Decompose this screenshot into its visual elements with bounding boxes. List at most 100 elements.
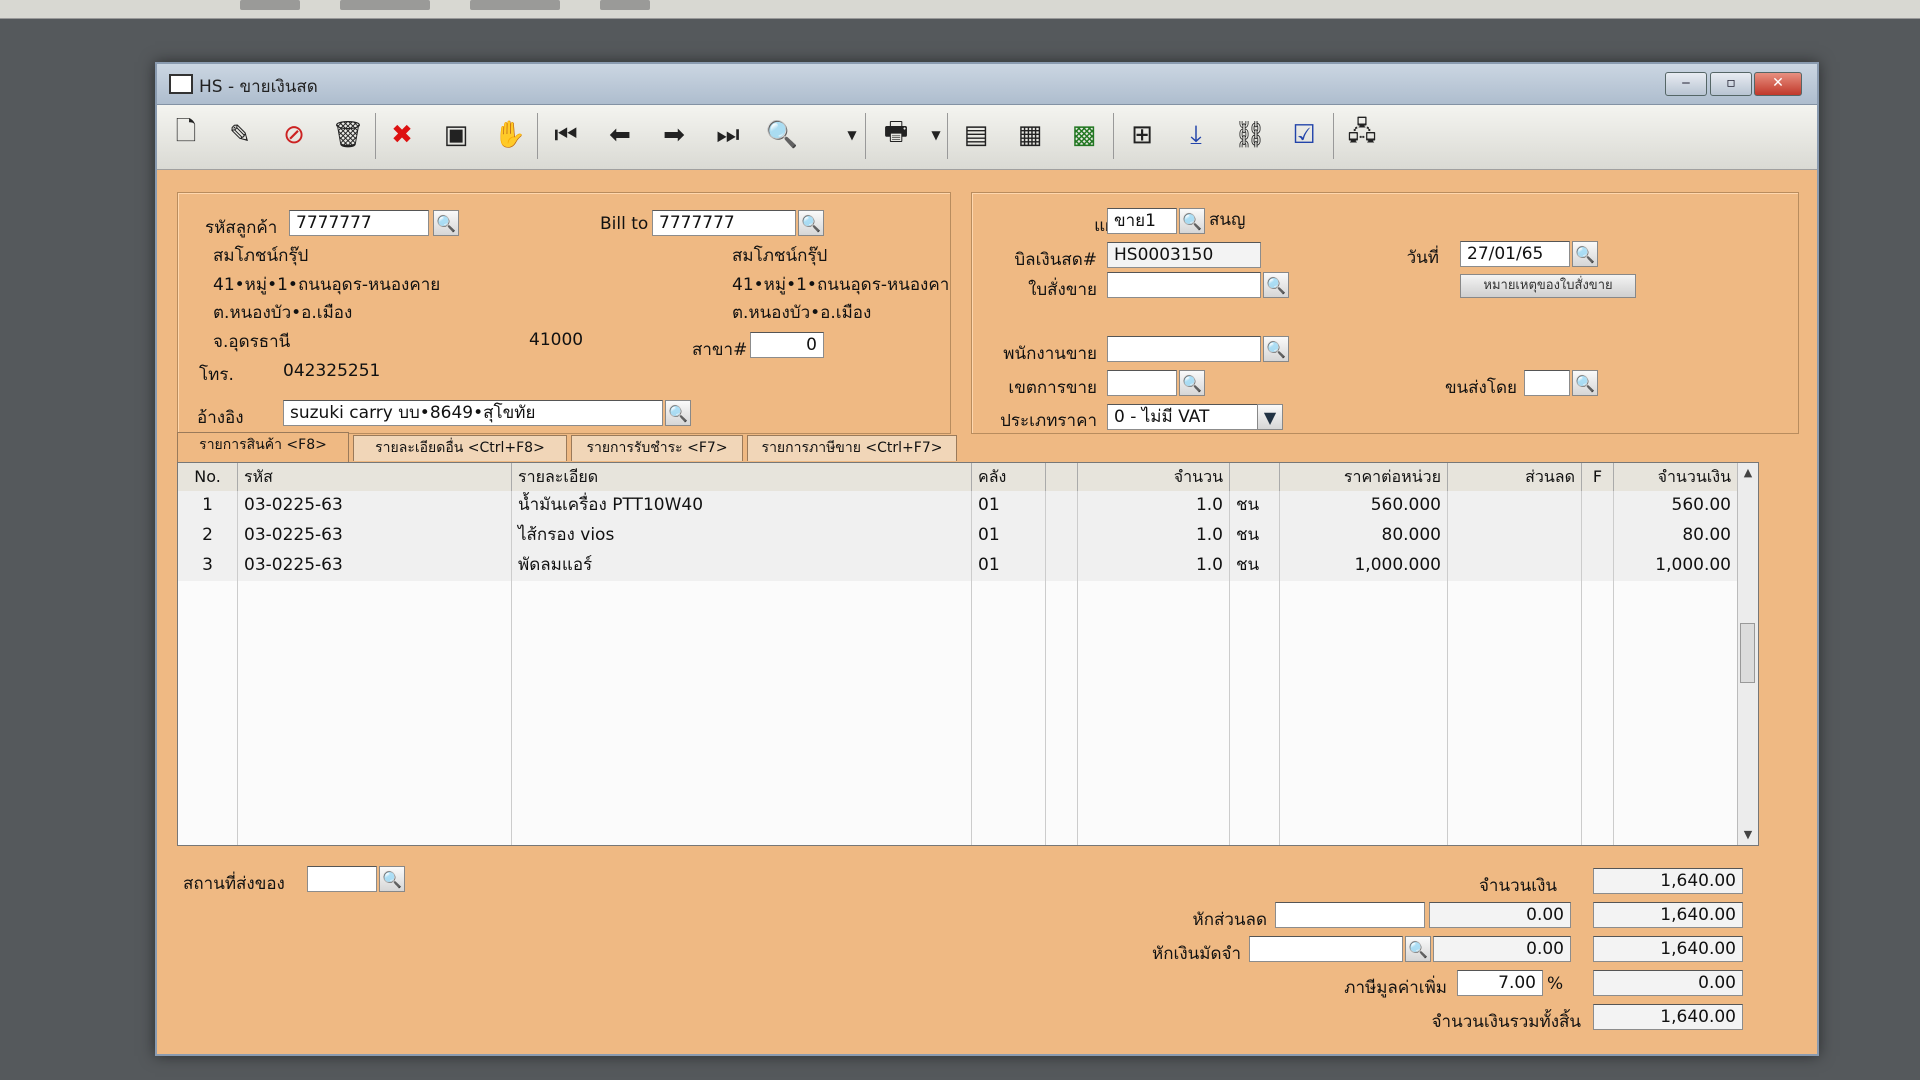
col-discount-header[interactable]: ส่วนลด xyxy=(1448,463,1582,491)
deposit-label: หักเงินมัดจำ xyxy=(1152,944,1241,964)
empty-table-row[interactable] xyxy=(178,791,1738,822)
empty-table-row[interactable] xyxy=(178,641,1738,672)
discount-input[interactable] xyxy=(1275,902,1425,928)
vat-rate-input[interactable]: 7.00 xyxy=(1457,970,1543,996)
col-description-header[interactable]: รายละเอียด xyxy=(512,463,972,491)
empty-cell xyxy=(1078,611,1230,641)
recalc-icon[interactable]: ⊞ xyxy=(1123,115,1161,155)
scroll-up-icon[interactable]: ▲ xyxy=(1738,463,1758,483)
void-icon[interactable]: ⊘ xyxy=(275,115,313,155)
chevron-down-icon[interactable]: ▼ xyxy=(1257,404,1283,430)
calculator-icon[interactable]: ▩ xyxy=(1065,115,1103,155)
empty-table-row[interactable] xyxy=(178,701,1738,732)
tab-payments[interactable]: รายการรับชำระ <F7> xyxy=(571,435,743,461)
reference-input[interactable]: suzuki carry บบ•8649•สุโขทัย xyxy=(283,400,663,426)
department-input[interactable]: ขาย1 xyxy=(1107,208,1177,234)
report-icon[interactable]: ▤ xyxy=(957,115,995,155)
sales-order-search-icon[interactable]: 🔍 xyxy=(1263,272,1289,298)
print-dropdown-caret-icon[interactable]: ▼ xyxy=(929,115,943,155)
sales-order-note-button[interactable]: หมายเหตุของใบสั่งขาย xyxy=(1460,274,1636,298)
empty-table-row[interactable] xyxy=(178,671,1738,702)
previous-record-icon[interactable]: ⬅ xyxy=(601,115,639,155)
minimize-button[interactable]: ‒ xyxy=(1665,72,1707,96)
department-name: สนญ xyxy=(1209,210,1246,230)
tab-other-details[interactable]: รายละเอียดอื่น <Ctrl+F8> xyxy=(353,435,567,461)
edit-icon[interactable]: ✎ xyxy=(221,115,259,155)
network-icon[interactable]: 🖧 xyxy=(1343,115,1381,155)
new-document-icon[interactable]: 🗋 xyxy=(167,115,205,155)
empty-table-row[interactable] xyxy=(178,731,1738,762)
menu-ghost xyxy=(600,0,650,10)
col-price-header[interactable]: ราคาต่อหน่วย xyxy=(1280,463,1448,491)
row-blank xyxy=(1046,521,1078,551)
row-no: 3 xyxy=(178,551,238,581)
col-code-header[interactable]: รหัส xyxy=(238,463,512,491)
col-warehouse-header[interactable]: คลัง xyxy=(972,463,1046,491)
row-warehouse: 01 xyxy=(972,551,1046,581)
bill-number-input[interactable]: HS0003150 xyxy=(1107,242,1261,268)
empty-cell xyxy=(1614,641,1738,671)
close-button[interactable]: ✕ xyxy=(1754,72,1802,96)
ship-by-input[interactable] xyxy=(1524,370,1570,396)
bill-to-search-icon[interactable]: 🔍 xyxy=(798,210,824,236)
empty-table-row[interactable] xyxy=(178,611,1738,642)
ship-by-search-icon[interactable]: 🔍 xyxy=(1572,370,1598,396)
branch-input[interactable]: 0 xyxy=(750,332,824,358)
reference-search-icon[interactable]: 🔍 xyxy=(665,400,691,426)
ship-place-input[interactable] xyxy=(307,866,377,892)
empty-cell xyxy=(972,611,1046,641)
deposit-input[interactable] xyxy=(1249,936,1403,962)
customer-province: จ.อุดรธานี xyxy=(213,332,291,352)
salesperson-search-icon[interactable]: 🔍 xyxy=(1263,336,1289,362)
trash-icon[interactable]: 🗑 xyxy=(329,115,367,155)
col-amount-header[interactable]: จำนวนเงิน xyxy=(1614,463,1738,491)
col-qty-header[interactable]: จำนวน xyxy=(1078,463,1230,491)
row-warehouse: 01 xyxy=(972,491,1046,521)
last-record-icon[interactable]: ⏭ xyxy=(709,115,747,155)
empty-table-row[interactable] xyxy=(178,581,1738,612)
customer-code-input[interactable]: 7777777 xyxy=(289,210,429,236)
scroll-down-icon[interactable]: ▼ xyxy=(1738,825,1758,845)
sales-area-search-icon[interactable]: 🔍 xyxy=(1179,370,1205,396)
empty-table-row[interactable] xyxy=(178,761,1738,792)
table-row[interactable]: 3 03-0225-63 พัดลมแอร์ 01 1.0 ชน 1,000.0… xyxy=(178,551,1738,582)
date-picker-icon[interactable]: 🔍 xyxy=(1572,241,1598,267)
empty-cell xyxy=(1614,611,1738,641)
department-search-icon[interactable]: 🔍 xyxy=(1179,208,1205,234)
first-record-icon[interactable]: ⏮ xyxy=(547,115,585,155)
link-icon[interactable]: ⛓ xyxy=(1231,115,1269,155)
empty-cell xyxy=(1280,791,1448,821)
col-f-header[interactable]: F xyxy=(1582,463,1614,491)
salesperson-input[interactable] xyxy=(1107,336,1261,362)
ship-place-search-icon[interactable]: 🔍 xyxy=(379,866,405,892)
ok-icon[interactable]: ☑ xyxy=(1285,115,1323,155)
col-no-header[interactable]: No. xyxy=(178,463,238,491)
table-row[interactable]: 2 03-0225-63 ไส้กรอง vios 01 1.0 ชน 80.0… xyxy=(178,521,1738,552)
report-form-icon[interactable]: ▦ xyxy=(1011,115,1049,155)
grid-scrollbar[interactable]: ▲ ▼ xyxy=(1737,463,1758,845)
tab-items[interactable]: รายการสินค้า <F8> xyxy=(177,432,349,462)
table-row[interactable]: 1 03-0225-63 น้ำมันเครื่อง PTT10W40 01 1… xyxy=(178,491,1738,522)
ok-down-icon[interactable]: ⤓ xyxy=(1177,115,1215,155)
vat-label: ภาษีมูลค่าเพิ่ม xyxy=(1344,978,1447,998)
row-discount xyxy=(1448,551,1582,581)
bill-to-code-input[interactable]: 7777777 xyxy=(652,210,796,236)
deposit-search-icon[interactable]: 🔍 xyxy=(1405,936,1431,962)
save-icon[interactable]: ▣ xyxy=(437,115,475,155)
print-icon[interactable]: 🖶 xyxy=(877,115,915,155)
sales-order-input[interactable] xyxy=(1107,272,1261,298)
next-record-icon[interactable]: ➡ xyxy=(655,115,693,155)
sales-area-input[interactable] xyxy=(1107,370,1177,396)
empty-cell xyxy=(1448,581,1582,611)
cancel-icon[interactable]: ✖ xyxy=(383,115,421,155)
maximize-button[interactable]: ▫ xyxy=(1710,72,1752,96)
date-input[interactable]: 27/01/65 xyxy=(1460,241,1570,267)
find-dropdown-caret-icon[interactable]: ▼ xyxy=(845,115,859,155)
customer-search-icon[interactable]: 🔍 xyxy=(433,210,459,236)
scroll-thumb[interactable] xyxy=(1740,623,1755,683)
tab-sales-tax[interactable]: รายการภาษีขาย <Ctrl+F7> xyxy=(747,435,957,461)
empty-table-row[interactable] xyxy=(178,821,1738,845)
approve-icon[interactable]: ✋ xyxy=(491,115,529,155)
find-icon[interactable]: 🔍 xyxy=(763,115,801,155)
vat-percent-sign: % xyxy=(1547,974,1564,994)
